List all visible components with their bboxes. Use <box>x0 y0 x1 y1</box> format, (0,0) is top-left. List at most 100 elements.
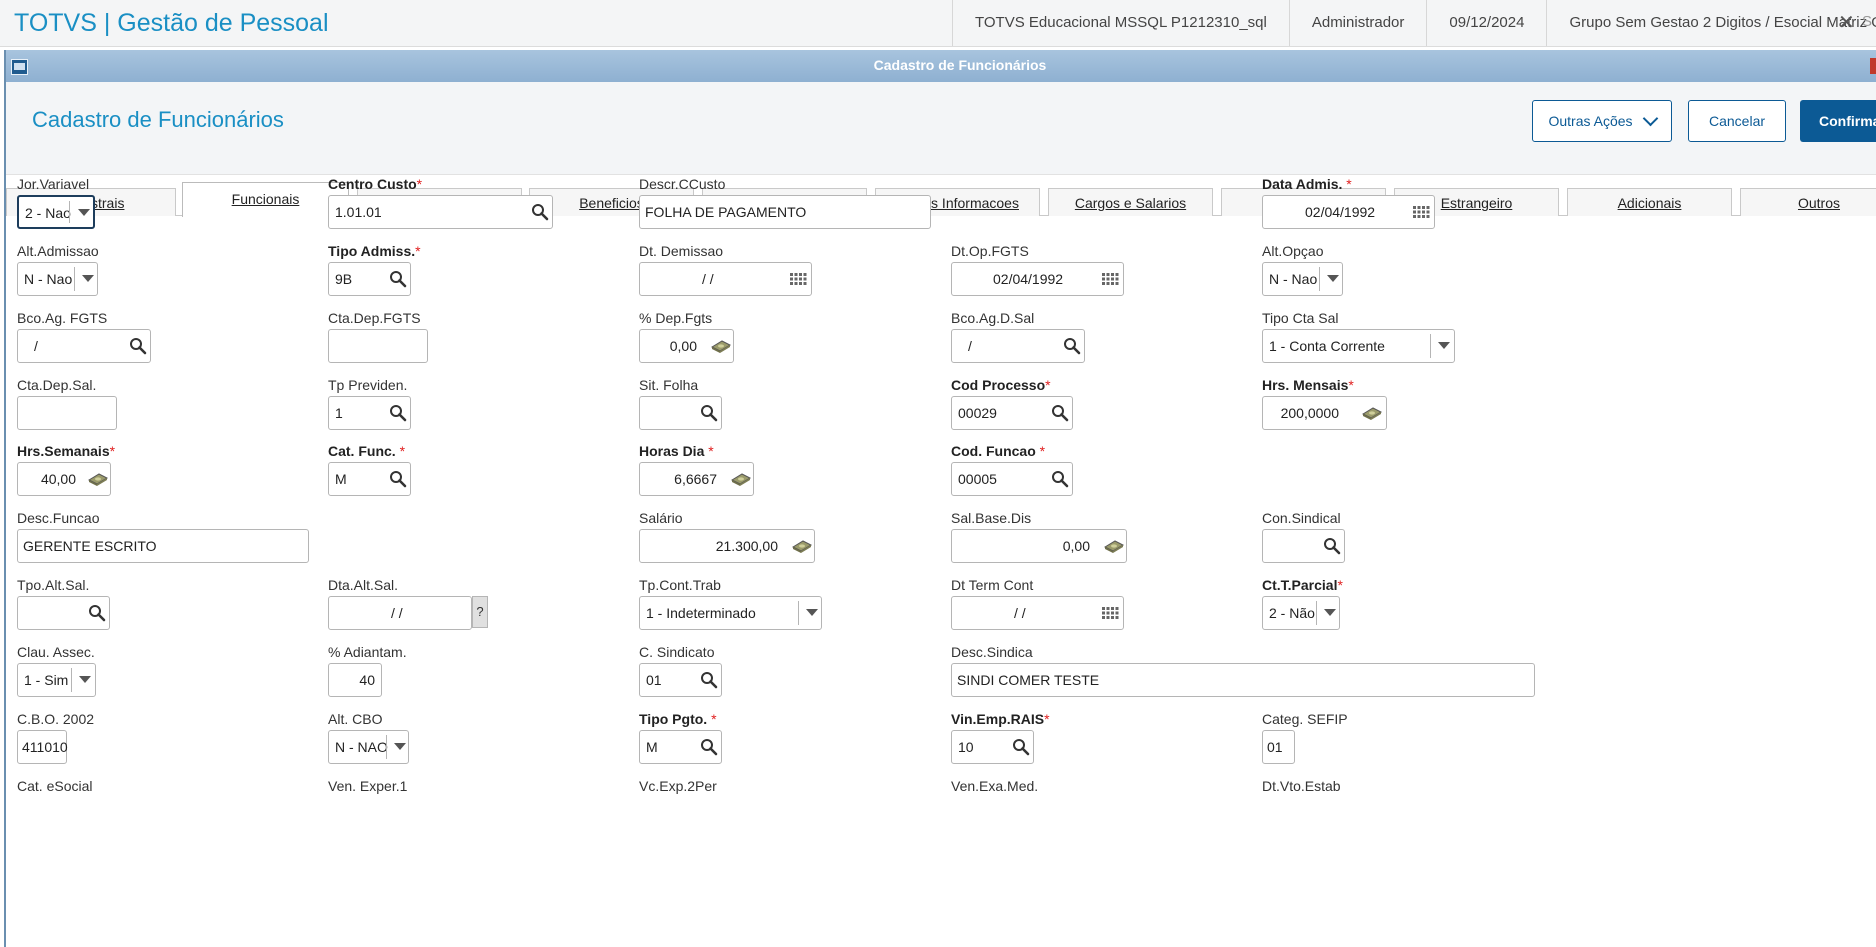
input-cat-func[interactable]: M <box>328 462 411 496</box>
select-alt-cbo[interactable]: N - NAO <box>328 730 409 764</box>
help-button[interactable]: ? <box>472 596 488 628</box>
input-pct-adiantam[interactable]: 40 <box>328 663 382 697</box>
input-dt-demissao[interactable]: / / <box>639 262 812 296</box>
input-horas-dia[interactable]: 6,6667 <box>639 462 754 496</box>
label-data-admis: Data Admis. * <box>1262 176 1352 192</box>
input-con-sindical[interactable] <box>1262 529 1345 563</box>
search-icon[interactable] <box>1323 537 1341 555</box>
value-alt-admissao: N - Nao <box>24 271 73 287</box>
search-icon[interactable] <box>1063 337 1081 355</box>
tab-funcionais[interactable]: Funcionais <box>182 182 349 217</box>
date-info[interactable]: 09/12/2024 <box>1426 0 1546 46</box>
input-cta-dep-sal[interactable] <box>17 396 117 430</box>
input-hrs-semanais[interactable]: 40,00 <box>17 462 111 496</box>
input-desc-sindica[interactable]: SINDI COMER TESTE <box>951 663 1535 697</box>
tab-cargos-e-salarios[interactable]: Cargos e Salarios <box>1048 188 1213 216</box>
input-cod-processo[interactable]: 00029 <box>951 396 1073 430</box>
search-icon[interactable] <box>129 337 147 355</box>
dropdown-separator <box>1430 334 1431 358</box>
search-icon[interactable] <box>389 404 407 422</box>
close-icon[interactable]: ✕ <box>1838 10 1855 35</box>
label-text: Cod Processo <box>951 377 1046 393</box>
chevron-down-icon[interactable] <box>82 275 94 282</box>
select-tp-cont-trab[interactable]: 1 - Indeterminado <box>639 596 822 630</box>
label-hrs-semanais: Hrs.Semanais* <box>17 443 115 459</box>
window-close-icon[interactable] <box>1870 58 1876 74</box>
label-categ-sefip: Categ. SEFIP <box>1262 711 1348 727</box>
chevron-down-icon[interactable] <box>1438 342 1450 349</box>
value-dt-op-fgts: 02/04/1992 <box>993 271 1064 287</box>
calendar-icon[interactable] <box>1412 203 1430 221</box>
search-icon[interactable] <box>1012 738 1030 756</box>
input-cta-dep-fgts[interactable] <box>328 329 428 363</box>
select-jor-variavel[interactable]: 2 - Nao <box>17 195 95 229</box>
input-bco-ag-d-sal[interactable]: / <box>951 329 1085 363</box>
input-sal-base-dis[interactable]: 0,00 <box>951 529 1127 563</box>
input-bco-ag-fgts[interactable]: / <box>17 329 151 363</box>
input-vin-emp-rais[interactable]: 10 <box>951 730 1034 764</box>
input-c-sindicato[interactable]: 01 <box>639 663 722 697</box>
search-icon[interactable] <box>531 203 549 221</box>
search-icon[interactable] <box>389 270 407 288</box>
input-dta-alt-sal[interactable]: / / <box>328 596 472 630</box>
input-dt-term-cont[interactable]: / / <box>951 596 1124 630</box>
money-calculator-icon[interactable] <box>1103 537 1125 555</box>
chevron-down-icon[interactable] <box>78 209 90 216</box>
value-tipo-cta-sal: 1 - Conta Corrente <box>1269 338 1385 354</box>
select-alt-opcao[interactable]: N - Nao <box>1262 262 1343 296</box>
input-desc-funcao[interactable]: GERENTE ESCRITO <box>17 529 309 563</box>
search-icon[interactable] <box>1051 470 1069 488</box>
tab-adicionais[interactable]: Adicionais <box>1567 188 1732 216</box>
search-icon[interactable] <box>88 604 106 622</box>
input-categ-sefip[interactable]: 01 <box>1262 730 1295 764</box>
input-tipo-pgto[interactable]: M <box>639 730 722 764</box>
input-tpo-alt-sal[interactable] <box>17 596 110 630</box>
calendar-icon[interactable] <box>1101 604 1119 622</box>
input-dt-op-fgts[interactable]: 02/04/1992 <box>951 262 1124 296</box>
environment-info[interactable]: TOTVS Educacional MSSQL P1212310_sql <box>952 0 1289 46</box>
label-clau-assec: Clau. Assec. <box>17 644 95 660</box>
chevron-down-icon[interactable] <box>394 743 406 750</box>
confirm-button[interactable]: Confirmar <box>1800 100 1876 142</box>
other-actions-button[interactable]: Outras Ações <box>1532 100 1672 142</box>
search-icon[interactable] <box>389 470 407 488</box>
search-icon[interactable] <box>1051 404 1069 422</box>
value-alt-cbo: N - NAO <box>335 739 388 755</box>
select-ct-t-parcial[interactable]: 2 - Não <box>1262 596 1340 630</box>
chevron-down-icon[interactable] <box>79 676 91 683</box>
chevron-down-icon[interactable] <box>1327 275 1339 282</box>
company-info[interactable]: Grupo Sem Gestao 2 Digitos / Esocial Mat… <box>1546 0 1876 46</box>
search-icon[interactable] <box>700 671 718 689</box>
chevron-down-icon[interactable] <box>806 609 818 616</box>
money-calculator-icon[interactable] <box>710 337 732 355</box>
input-data-admis[interactable]: 02/04/1992 <box>1262 195 1435 229</box>
input-centro-custo[interactable]: 1.01.01 <box>328 195 553 229</box>
input-tipo-admiss[interactable]: 9B <box>328 262 411 296</box>
input-sit-folha[interactable] <box>639 396 722 430</box>
user-info[interactable]: Administrador <box>1288 0 1427 46</box>
tab-outros[interactable]: Outros <box>1740 188 1876 216</box>
calendar-icon[interactable] <box>1101 270 1119 288</box>
search-icon[interactable] <box>700 404 718 422</box>
money-calculator-icon[interactable] <box>730 470 752 488</box>
money-calculator-icon[interactable] <box>1361 404 1383 422</box>
money-calculator-icon[interactable] <box>791 537 813 555</box>
input-cbo-2002[interactable]: 411010 <box>17 730 68 764</box>
input-cod-funcao[interactable]: 00005 <box>951 462 1073 496</box>
input-salario[interactable]: 21.300,00 <box>639 529 815 563</box>
input-descr-ccusto[interactable]: FOLHA DE PAGAMENTO <box>639 195 931 229</box>
select-alt-admissao[interactable]: N - Nao <box>17 262 98 296</box>
input-tp-previden[interactable]: 1 <box>328 396 411 430</box>
label-dta-alt-sal: Dta.Alt.Sal. <box>328 577 399 593</box>
search-icon[interactable] <box>700 738 718 756</box>
select-tipo-cta-sal[interactable]: 1 - Conta Corrente <box>1262 329 1455 363</box>
select-clau-assec[interactable]: 1 - Sim <box>17 663 96 697</box>
cancel-button[interactable]: Cancelar <box>1688 100 1786 142</box>
input-hrs-mensais[interactable]: 200,0000 <box>1262 396 1387 430</box>
calendar-icon[interactable] <box>789 270 807 288</box>
label-cat-func: Cat. Func. * <box>328 443 405 459</box>
input-pct-dep-fgts[interactable]: 0,00 <box>639 329 734 363</box>
window-title-bar: Cadastro de Funcionários <box>6 50 1876 82</box>
chevron-down-icon[interactable] <box>1324 609 1336 616</box>
money-calculator-icon[interactable] <box>87 470 109 488</box>
